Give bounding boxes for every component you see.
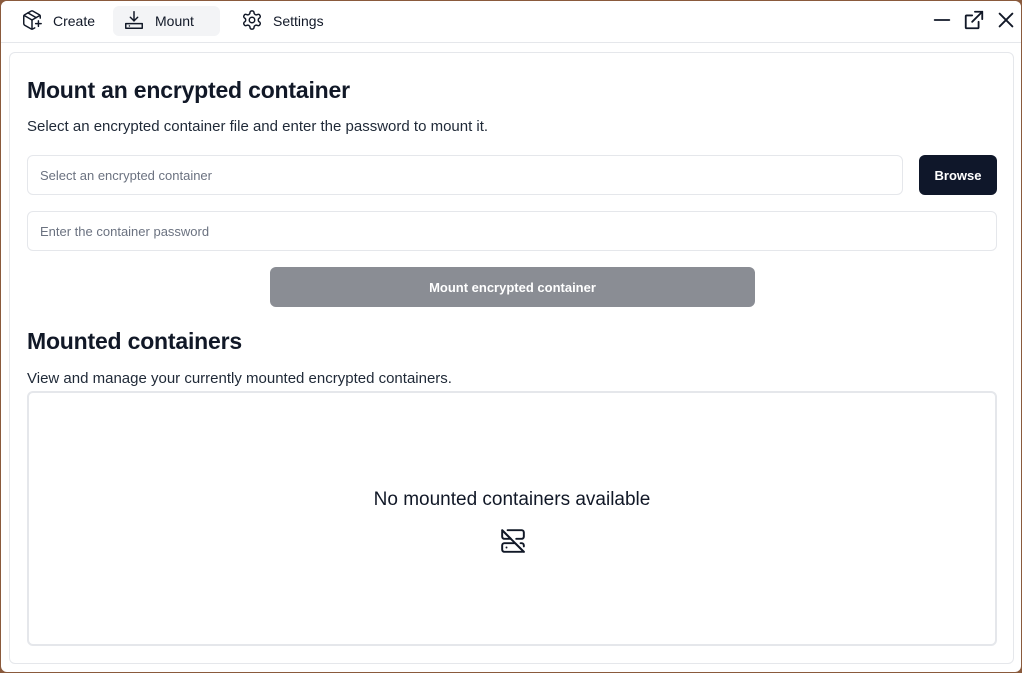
package-plus-icon (21, 9, 43, 34)
mounted-title: Mounted containers (27, 328, 242, 354)
mounted-description: View and manage your currently mounted e… (27, 370, 452, 387)
server-off-icon (500, 528, 526, 554)
download-tray-icon (123, 9, 145, 34)
popout-button[interactable] (961, 9, 987, 35)
mounted-containers-panel: No mounted containers available (27, 391, 997, 646)
browse-button[interactable]: Browse (919, 155, 997, 195)
popout-icon (963, 9, 985, 36)
gear-icon (241, 9, 263, 34)
minimize-button[interactable] (929, 9, 955, 35)
password-input[interactable] (27, 211, 997, 251)
tab-mount-label: Mount (155, 13, 194, 29)
app-window: Create Mount Settings Mount an encrypted… (1, 1, 1021, 672)
empty-state-message: No mounted containers available (373, 489, 651, 510)
tab-settings-label: Settings (273, 13, 324, 29)
tab-settings[interactable]: Settings (231, 6, 334, 36)
close-icon (995, 9, 1017, 36)
titlebar: Create Mount Settings (1, 1, 1021, 43)
mount-title: Mount an encrypted container (27, 77, 350, 103)
minimize-icon (931, 9, 953, 36)
close-button[interactable] (993, 9, 1019, 35)
mount-description: Select an encrypted container file and e… (27, 118, 489, 135)
mount-button[interactable]: Mount encrypted container (270, 267, 755, 307)
main-content: Mount an encrypted container Select an e… (9, 52, 1014, 664)
tab-create[interactable]: Create (11, 6, 105, 36)
container-path-input[interactable] (27, 155, 903, 195)
tab-create-label: Create (53, 13, 96, 29)
tab-mount[interactable]: Mount (113, 6, 220, 36)
